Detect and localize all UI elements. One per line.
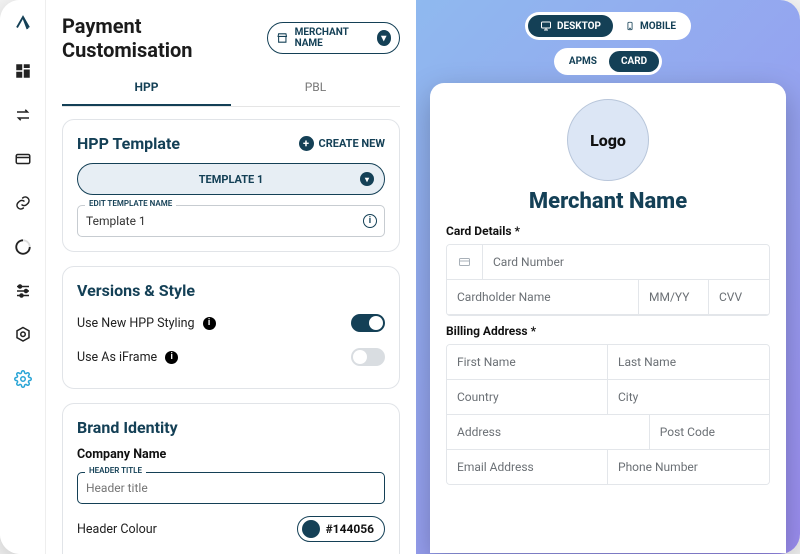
template-card-title: HPP Template bbox=[77, 134, 180, 153]
card-number-input[interactable]: Card Number bbox=[483, 245, 769, 280]
billing-title: Billing Address * bbox=[446, 324, 770, 338]
template-name-input[interactable] bbox=[77, 205, 385, 237]
header-title-field-label: HEADER TITLE bbox=[85, 466, 146, 475]
card-details-title: Card Details * bbox=[446, 224, 770, 238]
sliders-icon[interactable] bbox=[14, 282, 32, 300]
page-title: Payment Customisation bbox=[62, 14, 257, 62]
card-icon[interactable] bbox=[14, 150, 32, 168]
country-input[interactable]: Country bbox=[447, 380, 608, 415]
merchant-logo-placeholder: Logo bbox=[567, 99, 649, 181]
iframe-toggle[interactable] bbox=[351, 348, 385, 366]
versions-card: Versions & Style Use New HPP Styling i Us… bbox=[62, 266, 400, 389]
dashboard-icon[interactable] bbox=[14, 62, 32, 80]
edit-name-label: EDIT TEMPLATE NAME bbox=[85, 199, 176, 208]
first-name-input[interactable]: First Name bbox=[447, 345, 608, 380]
hex-settings-icon[interactable] bbox=[14, 326, 32, 344]
versions-card-title: Versions & Style bbox=[77, 281, 385, 300]
template-card: HPP Template + CREATE NEW TEMPLATE 1 ▾ E… bbox=[62, 119, 400, 252]
new-styling-label: Use New HPP Styling bbox=[77, 316, 195, 331]
tab-pbl[interactable]: PBL bbox=[231, 70, 400, 106]
card-number-icon bbox=[447, 245, 483, 280]
chevron-down-icon: ▾ bbox=[360, 172, 374, 186]
brand-card: Brand Identity Company Name HEADER TITLE… bbox=[62, 403, 400, 554]
gear-icon[interactable] bbox=[14, 370, 32, 388]
preview-panel: DESKTOP MOBILE APMS CARD Logo Merchant N… bbox=[416, 0, 800, 554]
colour-swatch bbox=[302, 520, 320, 538]
desktop-icon bbox=[540, 20, 552, 32]
progress-icon[interactable] bbox=[14, 238, 32, 256]
mobile-icon bbox=[625, 20, 635, 32]
email-input[interactable]: Email Address bbox=[447, 450, 608, 484]
last-name-input[interactable]: Last Name bbox=[608, 345, 769, 380]
merchant-name-heading: Merchant Name bbox=[446, 189, 770, 214]
phone-input[interactable]: Phone Number bbox=[608, 450, 769, 484]
cvv-input[interactable]: CVV bbox=[709, 280, 769, 315]
cardholder-input[interactable]: Cardholder Name bbox=[447, 280, 639, 315]
header-title-input[interactable] bbox=[77, 472, 385, 504]
transfers-icon[interactable] bbox=[14, 106, 32, 124]
iframe-label: Use As iFrame bbox=[77, 350, 157, 365]
create-new-button[interactable]: + CREATE NEW bbox=[299, 136, 385, 151]
link-icon[interactable] bbox=[14, 194, 32, 212]
plus-icon: + bbox=[299, 136, 314, 151]
app-logo bbox=[14, 14, 32, 36]
sidebar-nav bbox=[0, 0, 46, 554]
mobile-option[interactable]: MOBILE bbox=[613, 15, 688, 37]
city-input[interactable]: City bbox=[608, 380, 769, 415]
header-colour-picker[interactable]: #144056 bbox=[297, 516, 385, 542]
new-styling-toggle[interactable] bbox=[351, 314, 385, 332]
postcode-input[interactable]: Post Code bbox=[650, 415, 769, 450]
header-colour-label: Header Colour bbox=[77, 522, 157, 537]
merchant-label: MERCHANT NAME bbox=[295, 27, 371, 49]
merchant-selector[interactable]: MERCHANT NAME ▾ bbox=[267, 22, 400, 54]
tab-hpp[interactable]: HPP bbox=[62, 70, 231, 106]
info-icon[interactable]: i bbox=[363, 214, 377, 228]
brand-card-title: Brand Identity bbox=[77, 418, 385, 437]
expiry-input[interactable]: MM/YY bbox=[639, 280, 709, 315]
info-icon[interactable]: i bbox=[165, 351, 178, 364]
store-icon bbox=[276, 31, 289, 45]
desktop-option[interactable]: DESKTOP bbox=[528, 15, 613, 37]
card-option[interactable]: CARD bbox=[609, 51, 659, 72]
info-icon[interactable]: i bbox=[203, 317, 216, 330]
template-select[interactable]: TEMPLATE 1 ▾ bbox=[77, 163, 385, 195]
company-name-label: Company Name bbox=[77, 447, 385, 462]
chevron-down-icon: ▾ bbox=[377, 30, 391, 46]
payment-method-segment: APMS CARD bbox=[554, 48, 662, 75]
address-input[interactable]: Address bbox=[447, 415, 650, 450]
checkout-preview: Logo Merchant Name Card Details * Card N… bbox=[430, 83, 786, 553]
device-segment: DESKTOP MOBILE bbox=[525, 12, 691, 40]
apms-option[interactable]: APMS bbox=[557, 51, 609, 72]
